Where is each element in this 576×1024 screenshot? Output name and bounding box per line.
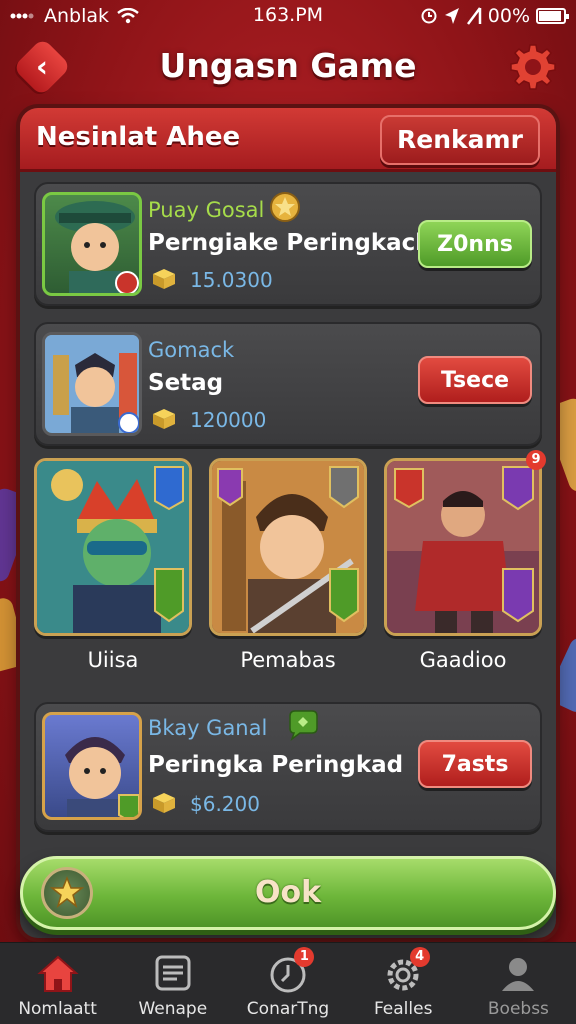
notification-badge: 1 [294, 947, 315, 967]
cellular-icon [466, 7, 482, 25]
nav-item-history[interactable]: 1 ConarTng [230, 943, 345, 1024]
panel-title: Nesinlat Ahee [36, 122, 241, 152]
character-card[interactable] [384, 458, 542, 636]
clock-time: 163.PM [252, 4, 324, 26]
battery-icon [536, 8, 569, 24]
gold-cube-icon [153, 793, 175, 813]
player-name: Puay Gosal [148, 198, 265, 222]
ok-label: Ook [254, 875, 322, 910]
nav-item-menu[interactable]: Wenape [115, 943, 230, 1024]
card-badge: 9 [526, 450, 546, 470]
avatar [42, 712, 142, 820]
wifi-icon [117, 8, 139, 24]
app-header: ‹ Ungasn Game [0, 36, 576, 102]
bottom-nav: Nomlaatt Wenape 1 ConarTng 4 Fealles Boe… [0, 942, 576, 1024]
page-title: Ungasn Game [159, 46, 417, 85]
signal-icon [10, 13, 34, 19]
character-card[interactable] [209, 458, 367, 636]
list-item[interactable]: Bkay Ganal Peringka Peringkad $6.200 7as… [34, 702, 542, 832]
player-subtitle: Peringka Peringkad [148, 752, 404, 778]
gold-cube-icon [153, 269, 175, 289]
row-action-button[interactable]: Z0nns [418, 220, 532, 268]
player-name: Bkay Ganal [148, 716, 268, 740]
home-icon [36, 955, 79, 992]
chat-bubble-icon [289, 710, 318, 742]
row-action-button[interactable]: Tsece [418, 356, 532, 404]
character-name: Pemabas [240, 648, 336, 672]
character-name: Gaadioo [419, 648, 507, 672]
nav-item-features[interactable]: 4 Fealles [346, 943, 461, 1024]
settings-button[interactable] [508, 42, 558, 92]
menu-list-icon [155, 955, 191, 991]
player-name: Gomack [148, 338, 235, 362]
medal-icon [270, 192, 300, 222]
player-subtitle: Perngiake Peringkack [148, 230, 431, 256]
notification-badge: 4 [409, 947, 430, 967]
gear-icon [510, 44, 556, 90]
player-score: $6.200 [190, 792, 260, 816]
leaderboard-panel: Nesinlat Ahee Renkamr Puay Gosal Perngia… [20, 108, 556, 938]
avatar [42, 332, 142, 436]
player-score: 120000 [190, 408, 267, 432]
alarm-icon [421, 8, 437, 24]
nav-label: Wenape [138, 999, 208, 1019]
profile-icon [502, 958, 535, 991]
nav-item-profile[interactable]: Boebss [461, 943, 576, 1024]
avatar [42, 192, 142, 296]
panel-header: Nesinlat Ahee Renkamr [20, 108, 556, 172]
list-item[interactable]: Puay Gosal Perngiake Peringkack 15.0300 … [34, 182, 542, 306]
nav-label: ConarTng [246, 999, 330, 1019]
ok-button[interactable]: Ook [20, 856, 556, 930]
location-icon [444, 8, 459, 24]
nav-label: Fealles [373, 999, 433, 1019]
nav-label: Boebss [487, 999, 549, 1019]
nav-item-home[interactable]: Nomlaatt [0, 943, 115, 1024]
player-score: 15.0300 [190, 268, 273, 292]
status-bar: Anblak 163.PM 00% [0, 0, 576, 32]
row-action-button[interactable]: 7asts [418, 740, 532, 788]
carrier-name: Anblak [44, 5, 110, 27]
battery-percent: 00% [487, 5, 530, 27]
character-name: Uiisa [87, 648, 139, 672]
nav-label: Nomlaatt [18, 999, 97, 1019]
player-subtitle: Setag [148, 370, 224, 396]
list-item[interactable]: Gomack Setag 120000 Tsece [34, 322, 542, 446]
rank-button[interactable]: Renkamr [380, 115, 540, 165]
character-card[interactable] [34, 458, 192, 636]
gold-cube-icon [153, 409, 175, 429]
